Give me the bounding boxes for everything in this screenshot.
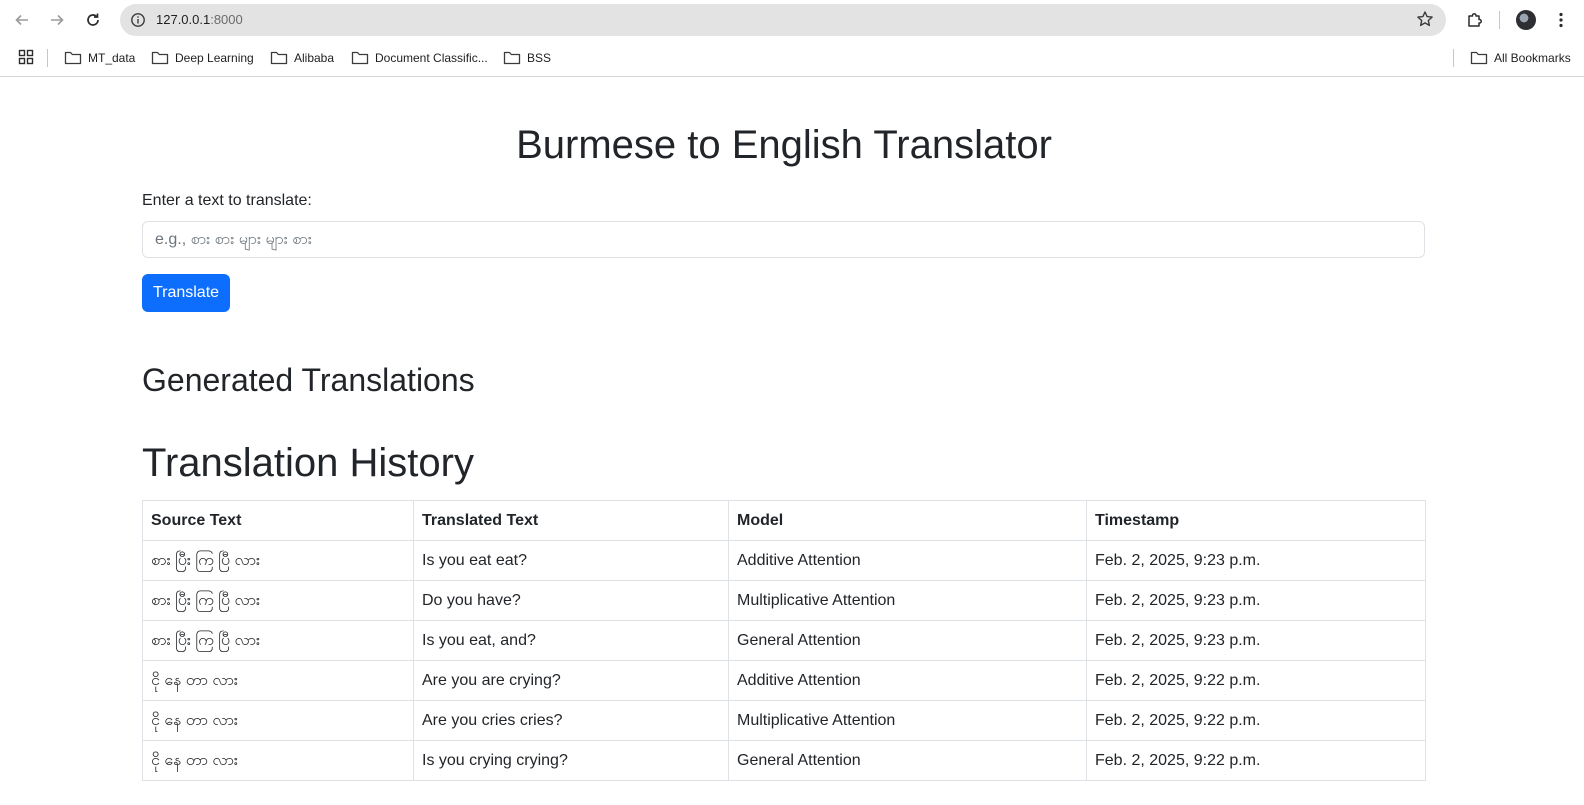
bookmark-label: Alibaba — [294, 51, 335, 65]
bookmark-folder-deep-learning[interactable]: Deep Learning — [151, 48, 254, 68]
reload-button[interactable] — [81, 8, 105, 32]
all-bookmarks-label: All Bookmarks — [1494, 51, 1571, 65]
model-cell: Multiplicative Attention — [728, 700, 1087, 741]
browser-menu-button[interactable] — [1554, 8, 1568, 32]
translated-text-cell: Do you have? — [413, 580, 729, 621]
url-port: :8000 — [210, 12, 243, 27]
timestamp-cell: Feb. 2, 2025, 9:23 p.m. — [1086, 540, 1426, 581]
apps-grid-button[interactable] — [18, 49, 34, 70]
url-host: 127.0.0.1 — [156, 12, 211, 27]
folder-icon — [351, 51, 369, 65]
folder-icon — [503, 51, 521, 65]
folder-icon — [1470, 51, 1488, 65]
source-text-cell: ငို နေ တာ လား — [142, 660, 414, 701]
address-bar[interactable]: 127.0.0.1:8000 — [120, 4, 1446, 36]
arrow-left-icon — [15, 14, 28, 26]
translated-text-cell: Is you eat eat? — [413, 540, 729, 581]
table-row: ငို နေ တာ လား Are you are crying? Additi… — [142, 660, 1426, 701]
translated-text-cell: Is you crying crying? — [413, 740, 729, 781]
source-text-cell: ငို နေ တာ လား — [142, 740, 414, 781]
timestamp-cell: Feb. 2, 2025, 9:22 p.m. — [1086, 700, 1426, 741]
column-header-translated-text: Translated Text — [413, 500, 729, 541]
bookmark-label: MT_data — [88, 51, 136, 65]
bookmark-folder-mt-data[interactable]: MT_data — [64, 48, 135, 68]
toolbar-divider — [1499, 11, 1500, 29]
bookmarks-divider — [47, 49, 48, 67]
bookmark-folder-document-classific[interactable]: Document Classific... — [351, 48, 488, 68]
all-bookmarks-button[interactable]: All Bookmarks — [1470, 48, 1571, 68]
source-text-cell: စား ပြီး ကြ ပြီ လား — [142, 580, 414, 621]
bookmark-folder-alibaba[interactable]: Alibaba — [270, 48, 334, 68]
timestamp-cell: Feb. 2, 2025, 9:22 p.m. — [1086, 740, 1426, 781]
table-row: စား ပြီး ကြ ပြီ လား Is you eat, and? Gen… — [142, 620, 1426, 661]
source-text-cell: စား ပြီး ကြ ပြီ လား — [142, 540, 414, 581]
generated-translations-title: Generated Translations — [142, 362, 475, 398]
column-header-model: Model — [728, 500, 1087, 541]
info-icon — [131, 13, 145, 27]
kebab-menu-icon — [1559, 12, 1563, 28]
model-cell: Additive Attention — [728, 660, 1087, 701]
arrow-right-icon — [51, 14, 64, 26]
page-title: Burmese to English Translator — [516, 123, 1052, 167]
translated-text-cell: Is you eat, and? — [413, 620, 729, 661]
column-header-source-text: Source Text — [142, 500, 414, 541]
column-header-timestamp: Timestamp — [1086, 500, 1426, 541]
site-info-button[interactable] — [126, 8, 150, 32]
input-label: Enter a text to translate: — [142, 192, 312, 209]
table-row: ငို နေ တာ လား Is you crying crying? Gene… — [142, 740, 1426, 781]
profile-avatar[interactable] — [1516, 10, 1536, 30]
model-cell: Additive Attention — [728, 540, 1087, 581]
translated-text-cell: Are you are crying? — [413, 660, 729, 701]
puzzle-icon — [1468, 13, 1482, 27]
history-table: Source Text Translated Text Model Timest… — [142, 500, 1426, 781]
table-row: ငို နေ တာ လား Are you cries cries? Multi… — [142, 700, 1426, 741]
table-row: စား ပြီး ကြ ပြီ လား Do you have? Multipl… — [142, 580, 1426, 621]
url-text[interactable]: 127.0.0.1:8000 — [156, 12, 243, 27]
timestamp-cell: Feb. 2, 2025, 9:22 p.m. — [1086, 660, 1426, 701]
translated-text-cell: Are you cries cries? — [413, 700, 729, 741]
back-button[interactable] — [10, 8, 34, 32]
forward-button[interactable] — [45, 8, 69, 32]
table-header-row: Source Text Translated Text Model Timest… — [142, 500, 1426, 541]
apps-grid-icon — [18, 49, 34, 65]
model-cell: General Attention — [728, 740, 1087, 781]
reload-icon — [87, 13, 99, 26]
timestamp-cell: Feb. 2, 2025, 9:23 p.m. — [1086, 620, 1426, 661]
table-row: စား ပြီး ကြ ပြီ လား Is you eat eat? Addi… — [142, 540, 1426, 581]
bookmark-label: Deep Learning — [175, 51, 254, 65]
source-text-cell: ငို နေ တာ လား — [142, 700, 414, 741]
translate-button[interactable]: Translate — [142, 274, 230, 312]
bookmark-folder-bss[interactable]: BSS — [503, 48, 551, 68]
translation-history-title: Translation History — [142, 441, 474, 485]
browser-toolbar: 127.0.0.1:8000 — [0, 0, 1584, 40]
timestamp-cell: Feb. 2, 2025, 9:23 p.m. — [1086, 580, 1426, 621]
star-icon — [1417, 11, 1433, 27]
bookmark-star-button[interactable] — [1416, 10, 1434, 33]
bookmarks-divider — [1453, 49, 1454, 67]
source-text-cell: စား ပြီး ကြ ပြီ လား — [142, 620, 414, 661]
bookmarks-bar: MT_data Deep Learning Alibaba Document C… — [0, 40, 1584, 77]
model-cell: General Attention — [728, 620, 1087, 661]
bookmark-label: Document Classific... — [375, 51, 488, 65]
model-cell: Multiplicative Attention — [728, 580, 1087, 621]
translate-text-input[interactable] — [142, 221, 1425, 258]
bookmark-label: BSS — [527, 51, 552, 65]
folder-icon — [151, 51, 169, 65]
folder-icon — [64, 51, 82, 65]
folder-icon — [270, 51, 288, 65]
extensions-button[interactable] — [1463, 8, 1487, 32]
